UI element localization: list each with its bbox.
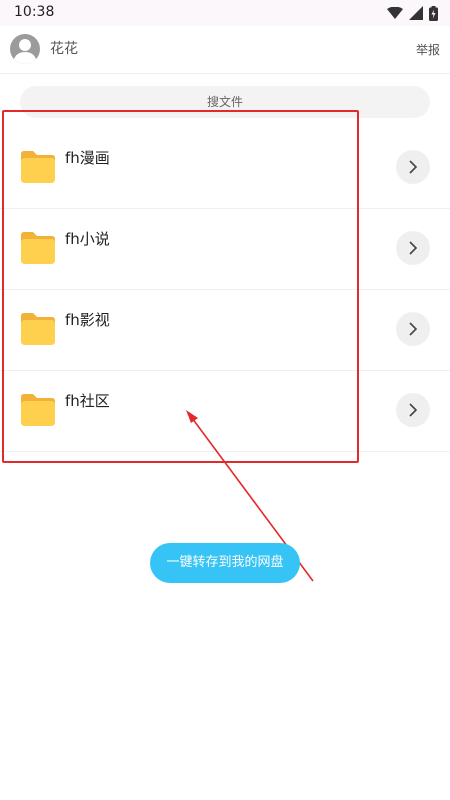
- file-row-comics[interactable]: fh漫画: [0, 128, 450, 209]
- chevron-right-icon: [409, 322, 418, 336]
- chevron-right-icon: [409, 403, 418, 417]
- signal-icon: [409, 6, 423, 20]
- folder-icon: [21, 151, 55, 183]
- avatar[interactable]: [10, 34, 40, 64]
- status-time: 10:38: [14, 4, 55, 20]
- folder-icon: [21, 232, 55, 264]
- report-link[interactable]: 举报: [416, 41, 440, 58]
- user-name: 花花: [50, 41, 78, 57]
- file-name: fh社区: [65, 392, 110, 410]
- file-list: fh漫画 fh小说 fh影视 fh社区: [0, 128, 450, 452]
- open-folder-button[interactable]: [396, 231, 430, 265]
- chevron-right-icon: [409, 160, 418, 174]
- file-name: fh小说: [65, 230, 110, 248]
- status-icons: [387, 5, 438, 21]
- folder-icon: [21, 313, 55, 345]
- open-folder-button[interactable]: [396, 312, 430, 346]
- user-avatar-icon: [13, 39, 37, 64]
- chevron-right-icon: [409, 241, 418, 255]
- battery-icon: [429, 5, 438, 21]
- header: 花花 举报: [0, 26, 450, 74]
- file-row-novels[interactable]: fh小说: [0, 209, 450, 290]
- file-row-videos[interactable]: fh影视: [0, 290, 450, 371]
- file-name: fh漫画: [65, 149, 110, 167]
- status-bar: 10:38: [0, 0, 450, 26]
- open-folder-button[interactable]: [396, 393, 430, 427]
- folder-icon: [21, 394, 55, 426]
- search-placeholder: 搜文件: [206, 95, 243, 109]
- file-name: fh影视: [65, 311, 110, 329]
- file-row-community[interactable]: fh社区: [0, 371, 450, 452]
- wifi-icon: [387, 7, 403, 19]
- search-input[interactable]: 搜文件: [20, 86, 430, 118]
- save-to-drive-button[interactable]: 一键转存到我的网盘: [150, 543, 300, 583]
- open-folder-button[interactable]: [396, 150, 430, 184]
